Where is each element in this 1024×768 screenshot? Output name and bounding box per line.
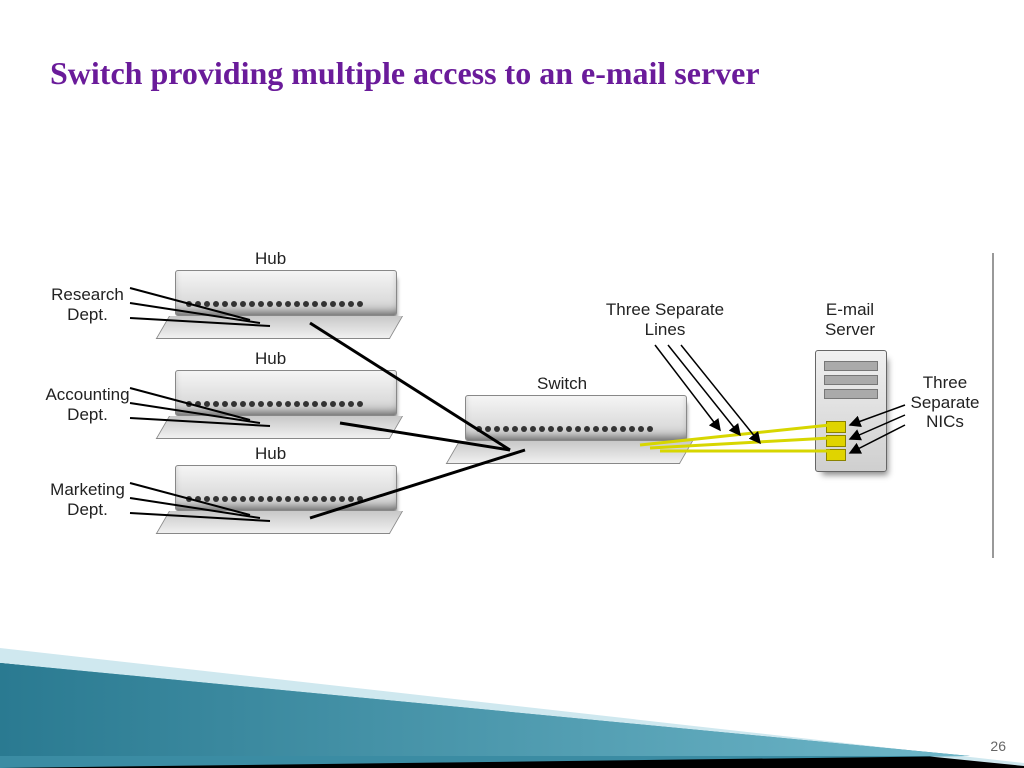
page-number: 26 [990, 738, 1006, 754]
device-hub-marketing [175, 465, 397, 511]
diagram-right-border [992, 253, 994, 558]
label-research-dept: ResearchDept. [40, 285, 135, 324]
device-email-server [815, 350, 887, 472]
diagram-area: ResearchDept. Hub AccountingDept. Hub Ma… [40, 255, 995, 555]
label-marketing-dept: MarketingDept. [40, 480, 135, 519]
device-switch [465, 395, 687, 441]
label-hub-1: Hub [255, 249, 286, 269]
device-hub-accounting [175, 370, 397, 416]
device-hub-research [175, 270, 397, 316]
footer-decoration [0, 608, 1024, 768]
label-accounting-dept: AccountingDept. [40, 385, 135, 424]
label-hub-2: Hub [255, 349, 286, 369]
label-email-server: E-mailServer [810, 300, 890, 339]
label-switch: Switch [537, 374, 587, 394]
label-three-separate-nics: ThreeSeparateNICs [905, 373, 985, 432]
label-three-separate-lines: Three SeparateLines [595, 300, 735, 339]
label-hub-3: Hub [255, 444, 286, 464]
slide-title: Switch providing multiple access to an e… [50, 55, 760, 92]
